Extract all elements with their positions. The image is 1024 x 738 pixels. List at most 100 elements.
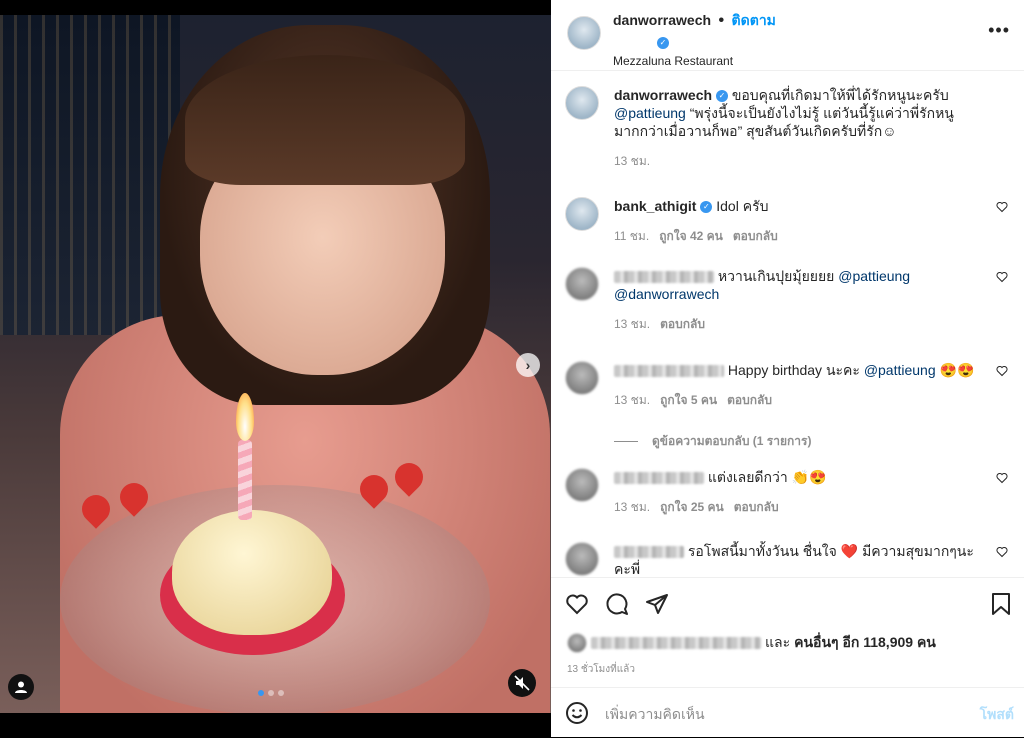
comment-body: หวานเกินปุยมุ้ยยยย @pattieung @danworraw… [614, 267, 989, 333]
liker-usernames [591, 637, 761, 649]
comment-item: แต่งเลยดีกว่า 👏😍 13 ชม. ถูกใจ 25 คน ตอบกลั… [565, 468, 1010, 528]
comment-text: แต่งเลยดีกว่า [707, 469, 788, 485]
comment-time: 11 ชม. [614, 229, 650, 243]
comment-meta: 13 ชม. ถูกใจ 5 คน ตอบกลับ [614, 391, 989, 409]
comment-item: หวานเกินปุยมุ้ยยยย @pattieung @danworraw… [565, 267, 1010, 347]
liker-avatar [567, 633, 587, 653]
reply-button[interactable]: ตอบกลับ [734, 500, 779, 514]
commenter-username[interactable] [614, 546, 684, 559]
location-link[interactable]: Mezzaluna Restaurant [613, 54, 776, 68]
carousel-dot[interactable] [268, 690, 274, 696]
caption-username[interactable]: danworrawech [614, 87, 712, 103]
commenter-avatar[interactable] [565, 361, 599, 395]
next-image-button[interactable]: › [516, 353, 540, 377]
comment-mention[interactable]: @pattieung [864, 362, 936, 378]
media-top-bar [0, 0, 551, 15]
post-header: danworrawech • ติดตาม ✓ Mezzaluna Restau… [551, 0, 1024, 71]
like-icon[interactable] [565, 592, 589, 616]
comment-mention[interactable]: @danworrawech [614, 286, 719, 302]
add-comment-bar: โพสต์ [551, 687, 1024, 738]
caption: danworrawech ✓ ขอบคุณที่เกิดมาให้พี่ได้ร… [565, 86, 1010, 176]
comment-item: bank_athigit ✓ Idol ครับ 11 ชม. ถูกใจ 42 … [565, 197, 1010, 257]
reply-button[interactable]: ตอบกลับ [727, 393, 772, 407]
bangs-shape [185, 55, 465, 185]
commenter-avatar[interactable] [565, 542, 599, 576]
caption-text-1: ขอบคุณที่เกิดมาให้พี่ได้รักหนูนะครับ [731, 87, 949, 103]
commenter-avatar[interactable] [565, 468, 599, 502]
commenter-avatar[interactable] [565, 267, 599, 301]
comment-text: หวานเกินปุยมุ้ยยยย [717, 268, 835, 284]
comment-time: 13 ชม. [614, 500, 651, 514]
post-photo[interactable] [0, 15, 551, 713]
caption-mention[interactable]: @pattieung [614, 105, 686, 121]
view-replies-line [614, 441, 638, 443]
mute-button[interactable] [508, 669, 536, 697]
carousel-dot[interactable] [258, 690, 264, 696]
comment-text: รอโพสนี้มาทั้งวันน ชื่นใจ [687, 543, 837, 559]
comment-item: Happy birthday นะคะ @pattieung 😍😍 13 ชม.… [565, 361, 1010, 421]
comment-body: แต่งเลยดีกว่า 👏😍 13 ชม. ถูกใจ 25 คน ตอบกลั… [614, 468, 989, 516]
comment-icon[interactable] [605, 592, 629, 616]
like-comment-icon[interactable] [996, 365, 1008, 377]
like-comment-icon[interactable] [996, 546, 1008, 558]
reply-button[interactable]: ตอบกลับ [660, 317, 705, 331]
comment-mention[interactable]: @pattieung [838, 268, 910, 284]
post-button[interactable]: โพสต์ [980, 704, 1014, 726]
post-side-panel: danworrawech • ติดตาม ✓ Mezzaluna Restau… [551, 0, 1024, 737]
caption-time: 13 ชม. [614, 154, 651, 168]
comment-text: Idol ครับ [716, 198, 769, 214]
comment-body: Happy birthday นะคะ @pattieung 😍😍 13 ชม.… [614, 361, 989, 409]
verified-badge-icon: ✓ [700, 201, 713, 214]
comment-body: รอโพสนี้มาทั้งวันน ชื่นใจ ❤️ มีความสุขมา… [614, 542, 989, 577]
post-media: › [0, 0, 551, 737]
like-comment-icon[interactable] [996, 201, 1008, 213]
author-username[interactable]: danworrawech [613, 12, 711, 28]
verified-badge-icon: ✓ [657, 36, 669, 49]
like-comment-icon[interactable] [996, 472, 1008, 484]
tagged-users-button[interactable] [8, 674, 34, 700]
verified-badge-icon: ✓ [715, 90, 728, 103]
more-options-icon[interactable]: ••• [988, 20, 1010, 41]
comment-emoji: 👏😍 [791, 469, 827, 485]
like-comment-icon[interactable] [996, 271, 1008, 283]
comment-likes[interactable]: ถูกใจ 5 คน [660, 393, 717, 407]
share-icon[interactable] [645, 592, 669, 616]
comment-likes[interactable]: ถูกใจ 42 คน [659, 229, 723, 243]
comment-input[interactable] [603, 700, 947, 728]
emoji-icon[interactable] [565, 701, 589, 725]
comment-likes[interactable]: ถูกใจ 25 คน [660, 500, 724, 514]
view-replies-button[interactable]: ดูข้อความตอบกลับ (1 รายการ) [614, 432, 811, 451]
comment-emoji: 😍😍 [939, 362, 975, 378]
media-bottom-bar [0, 713, 551, 737]
header-separator: • [718, 12, 725, 29]
reply-button[interactable]: ตอบกลับ [733, 229, 778, 243]
action-icons [565, 592, 669, 616]
save-icon[interactable] [990, 592, 1012, 616]
commenter-username[interactable] [614, 365, 724, 378]
commenter-username[interactable]: bank_athigit [614, 198, 696, 214]
view-replies-label: ดูข้อความตอบกลับ (1 รายการ) [652, 434, 812, 448]
comment-meta: 11 ชม. ถูกใจ 42 คน ตอบกลับ [614, 227, 989, 245]
commenter-username[interactable] [614, 271, 714, 284]
commenter-username[interactable] [614, 472, 704, 485]
post-actions: และ คนอื่นๆ อีก 118,909 คน 13 ชั่วโมงที่แ… [551, 577, 1024, 688]
likes-summary[interactable]: และ คนอื่นๆ อีก 118,909 คน [567, 632, 936, 654]
comment-item: รอโพสนี้มาทั้งวันน ชื่นใจ ❤️ มีความสุขมา… [565, 542, 1010, 577]
city-background [0, 15, 180, 335]
chevron-right-icon: › [525, 357, 531, 373]
author-avatar[interactable] [567, 16, 601, 50]
caption-text: danworrawech ✓ ขอบคุณที่เกิดมาให้พี่ได้ร… [614, 86, 989, 170]
post-time: 13 ชั่วโมงที่แล้ว [567, 664, 635, 675]
author-avatar[interactable] [565, 86, 599, 120]
commenter-avatar[interactable] [565, 197, 599, 231]
cake-dome [172, 510, 332, 635]
carousel-dot[interactable] [278, 690, 284, 696]
comment-emoji: ❤️ [840, 543, 859, 559]
follow-button[interactable]: ติดตาม [732, 12, 776, 28]
others-count[interactable]: คนอื่นๆ อีก 118,909 คน [794, 632, 936, 654]
comments-list[interactable]: danworrawech ✓ ขอบคุณที่เกิดมาให้พี่ได้ร… [551, 71, 1024, 577]
carousel-dots [258, 690, 284, 696]
comment-meta: 13 ชม. ถูกใจ 25 คน ตอบกลับ [614, 498, 989, 516]
liked-by-suffix: และ [765, 634, 791, 650]
speaker-muted-icon [514, 675, 530, 691]
